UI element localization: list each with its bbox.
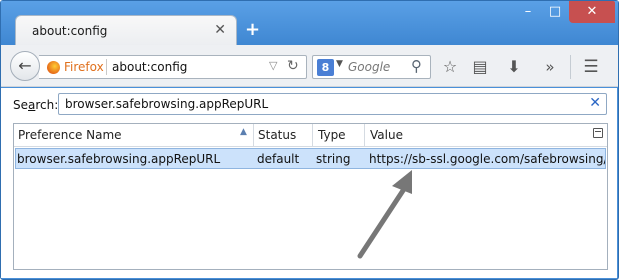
- column-picker-icon[interactable]: [593, 128, 603, 138]
- cell-status: default: [257, 152, 300, 166]
- identity-label[interactable]: Firefox: [64, 60, 104, 74]
- search-input[interactable]: browser.safebrowsing.appRepURL ✕: [58, 93, 607, 115]
- column-divider[interactable]: [364, 124, 365, 146]
- overflow-chevron-icon[interactable]: »: [539, 56, 561, 78]
- annotation-arrow: [357, 170, 412, 259]
- search-placeholder[interactable]: Google: [348, 60, 390, 74]
- toolbar-divider: [570, 55, 571, 79]
- google-g-icon[interactable]: 8: [317, 59, 334, 76]
- about-config-page: Search: browser.safebrowsing.appRepURL ✕…: [1, 88, 617, 278]
- url-separator: [106, 59, 107, 75]
- column-header-preference-name[interactable]: Preference Name: [18, 128, 122, 142]
- close-window-button[interactable]: ✕: [569, 1, 615, 23]
- search-input-value[interactable]: browser.safebrowsing.appRepURL: [65, 97, 268, 111]
- firefox-icon: [47, 61, 60, 74]
- clear-search-icon[interactable]: ✕: [589, 95, 601, 111]
- back-arrow-icon: ←: [18, 56, 32, 75]
- reading-list-icon[interactable]: ▤: [469, 56, 491, 78]
- column-divider[interactable]: [312, 124, 313, 146]
- tab-title: about:config: [32, 24, 108, 38]
- download-icon[interactable]: ⬇: [503, 56, 525, 78]
- search-icon[interactable]: ⚲: [411, 57, 422, 75]
- reload-icon[interactable]: ↻: [287, 58, 299, 74]
- url-bar[interactable]: Firefox about:config ▽ ↻: [39, 55, 307, 79]
- column-header-value[interactable]: Value: [370, 128, 403, 142]
- star-icon[interactable]: ☆: [439, 56, 461, 78]
- search-label: Search:: [13, 98, 59, 112]
- tab-about-config[interactable]: about:config ✕: [15, 15, 237, 46]
- column-header-status[interactable]: Status: [258, 128, 296, 142]
- maximize-button[interactable]: □: [542, 1, 568, 23]
- cell-preference-name: browser.safebrowsing.appRepURL: [17, 152, 221, 166]
- title-bar: about:config ✕ + – □ ✕: [1, 1, 618, 46]
- search-bar[interactable]: 8 ▼ Google ⚲: [312, 55, 431, 79]
- new-tab-button[interactable]: +: [245, 21, 260, 39]
- column-header-type[interactable]: Type: [318, 128, 346, 142]
- navigation-toolbar: Firefox about:config ▽ ↻ ← 8 ▼ Google ⚲ …: [1, 45, 618, 87]
- table-header: Preference Name ▲ Status Type Value: [14, 124, 607, 147]
- history-dropdown-icon[interactable]: ▽: [269, 59, 277, 72]
- hamburger-menu-icon[interactable]: ☰: [580, 56, 602, 78]
- minimize-button[interactable]: –: [515, 1, 541, 23]
- column-divider[interactable]: [253, 124, 254, 146]
- url-text[interactable]: about:config: [112, 60, 187, 74]
- tab-close-icon[interactable]: ✕: [214, 23, 226, 37]
- back-button[interactable]: ←: [10, 51, 40, 81]
- sort-ascending-icon: ▲: [240, 127, 247, 137]
- preferences-table: Preference Name ▲ Status Type Value brow…: [13, 123, 608, 270]
- engine-dropdown-icon[interactable]: ▼: [336, 59, 343, 69]
- table-row[interactable]: browser.safebrowsing.appRepURL default s…: [15, 148, 606, 169]
